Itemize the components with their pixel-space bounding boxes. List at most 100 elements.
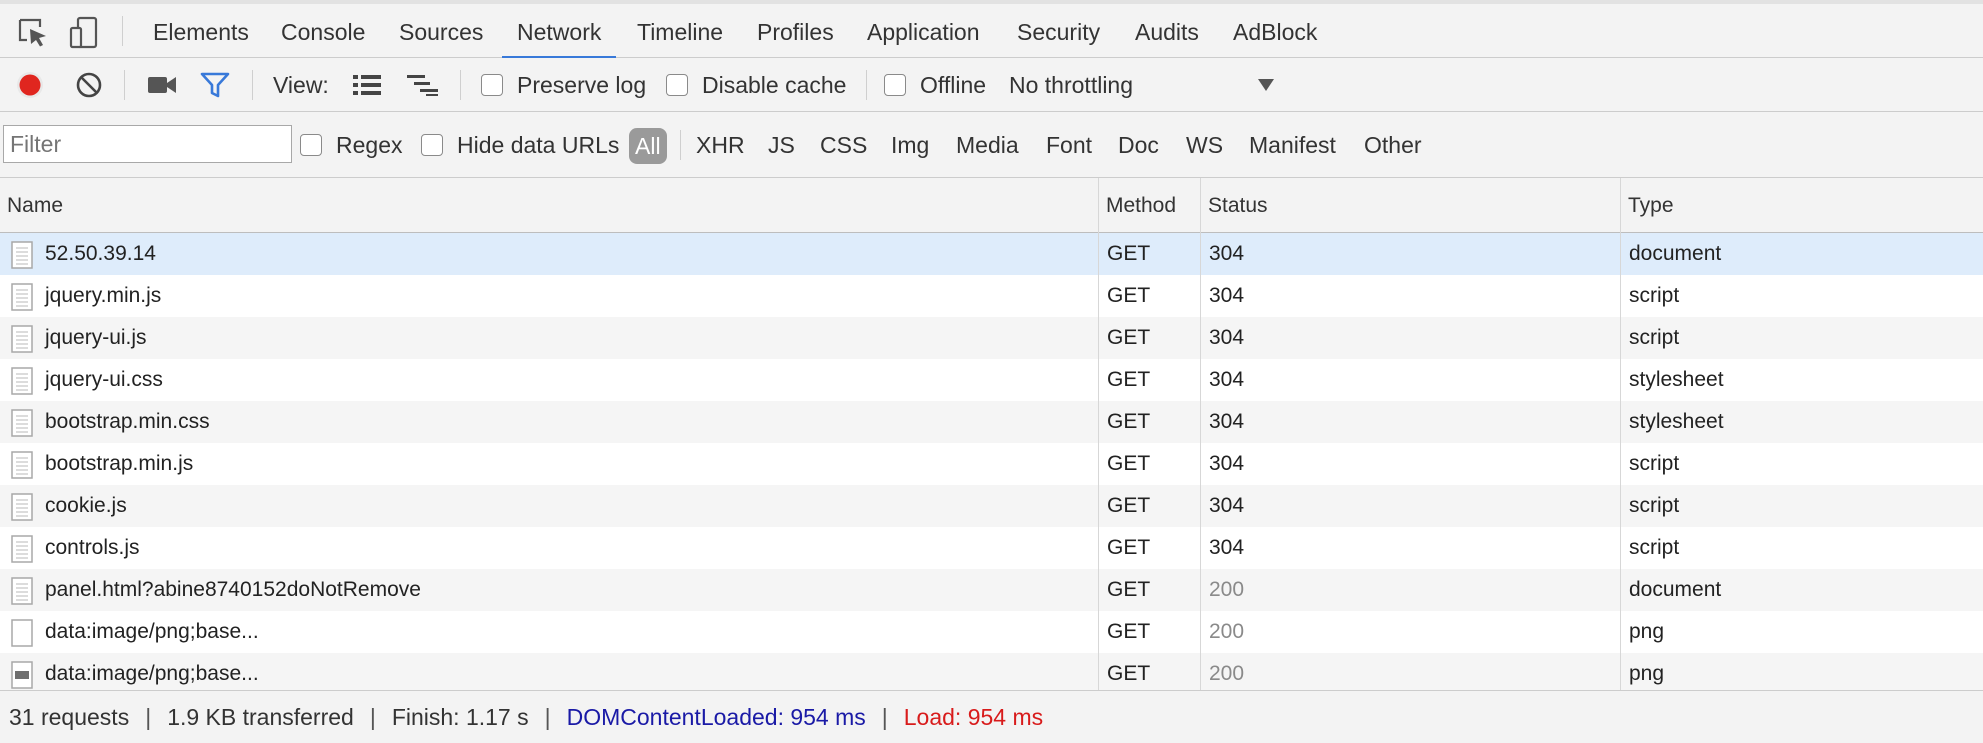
filter-type-doc[interactable]: Doc (1118, 112, 1159, 178)
tab-adblock[interactable]: AdBlock (1218, 4, 1332, 58)
request-name: 52.50.39.14 (45, 242, 156, 265)
offline-checkbox[interactable]: Offline (884, 58, 986, 112)
regex-box[interactable] (300, 134, 322, 156)
record-button[interactable] (14, 58, 46, 112)
request-name: bootstrap.min.css (45, 410, 210, 433)
table-row[interactable]: bootstrap.min.css GET 304 stylesheet (0, 401, 1983, 443)
request-type: stylesheet (1629, 410, 1724, 433)
document-file-icon (11, 577, 33, 605)
request-status: 200 (1209, 662, 1245, 685)
request-name: panel.html?abine8740152doNotRemove (45, 578, 421, 601)
column-header-method[interactable]: Method (1099, 178, 1176, 233)
offline-box[interactable] (884, 74, 906, 96)
request-type: png (1629, 620, 1665, 643)
tab-network[interactable]: Network (502, 4, 617, 58)
table-row[interactable]: data:image/png;base... GET 200 png (0, 653, 1983, 690)
overview-view-button[interactable] (406, 58, 440, 112)
filter-type-font[interactable]: Font (1046, 112, 1092, 178)
throttling-select[interactable]: No throttling (1009, 58, 1287, 112)
tab-audits[interactable]: Audits (1120, 4, 1214, 58)
column-divider[interactable] (1098, 178, 1099, 690)
large-rows-view-button[interactable] (352, 58, 382, 112)
document-file-icon (11, 283, 33, 311)
request-method: GET (1107, 536, 1151, 559)
column-header-type[interactable]: Type (1621, 178, 1674, 233)
load-time: Load: 954 ms (903, 703, 1044, 730)
chevron-down-icon (1258, 79, 1274, 91)
request-count: 31 requests (9, 703, 130, 730)
hide-data-urls-label: Hide data URLs (457, 131, 620, 158)
table-row[interactable]: cookie.js GET 304 script (0, 485, 1983, 527)
table-row[interactable]: 52.50.39.14 GET 304 document (0, 233, 1983, 275)
hide-data-urls-checkbox[interactable]: Hide data URLs (421, 112, 619, 178)
preserve-log-box[interactable] (481, 74, 503, 96)
summary-separator: | (544, 703, 551, 730)
request-method: GET (1107, 494, 1151, 517)
table-row[interactable]: jquery.min.js GET 304 script (0, 275, 1983, 317)
disable-cache-checkbox[interactable]: Disable cache (666, 58, 846, 112)
device-mode-icon[interactable] (68, 16, 102, 50)
table-row[interactable]: panel.html?abine8740152doNotRemove GET 200… (0, 569, 1983, 611)
filter-input[interactable] (3, 125, 292, 163)
dom-content-loaded-time: DOMContentLoaded: 954 ms (566, 703, 866, 730)
capture-screenshots-button[interactable] (147, 58, 177, 112)
filter-type-ws[interactable]: WS (1186, 112, 1223, 178)
table-row[interactable]: controls.js GET 304 script (0, 527, 1983, 569)
filter-type-img[interactable]: Img (891, 112, 929, 178)
requests-table-body: 52.50.39.14 GET 304 document jquery.min.js GE… (0, 233, 1983, 690)
table-row[interactable]: data:image/png;base... GET 200 png (0, 611, 1983, 653)
tab-console[interactable]: Console (266, 4, 380, 58)
inspect-element-icon[interactable] (16, 16, 50, 50)
request-type: document (1629, 578, 1722, 601)
request-method: GET (1107, 578, 1151, 601)
tab-separator (122, 16, 123, 46)
tab-application[interactable]: Application (852, 4, 995, 58)
request-type: script (1629, 452, 1680, 475)
network-summary-bar: 31 requests | 1.9 KB transferred | Finis… (0, 690, 1983, 743)
tab-sources[interactable]: Sources (384, 4, 498, 58)
request-method: GET (1107, 662, 1151, 685)
request-type: script (1629, 326, 1680, 349)
table-row[interactable]: jquery-ui.css GET 304 stylesheet (0, 359, 1983, 401)
filter-type-all[interactable]: All (629, 128, 667, 164)
devtools-tab-bar: Elements Console Sources Network Timelin… (0, 0, 1983, 58)
table-row[interactable]: bootstrap.min.js GET 304 script (0, 443, 1983, 485)
clear-button[interactable] (74, 58, 104, 112)
filter-type-media[interactable]: Media (956, 112, 1019, 178)
request-type: document (1629, 242, 1722, 265)
record-icon (17, 72, 43, 98)
column-header-name[interactable]: Name (0, 178, 63, 233)
regex-checkbox[interactable]: Regex (300, 112, 402, 178)
disable-cache-box[interactable] (666, 74, 688, 96)
filter-type-other[interactable]: Other (1364, 112, 1422, 178)
filter-type-manifest[interactable]: Manifest (1249, 112, 1336, 178)
tab-elements[interactable]: Elements (138, 4, 264, 58)
preserve-log-checkbox[interactable]: Preserve log (481, 58, 646, 112)
throttling-value: No throttling (1009, 71, 1134, 98)
table-row[interactable]: jquery-ui.js GET 304 script (0, 317, 1983, 359)
waterfall-icon (407, 75, 438, 96)
column-divider[interactable] (1620, 178, 1621, 690)
request-method: GET (1107, 620, 1151, 643)
document-file-icon (11, 451, 33, 479)
request-status: 304 (1209, 242, 1245, 265)
column-header-status[interactable]: Status (1201, 178, 1268, 233)
summary-separator: | (145, 703, 152, 730)
tab-timeline[interactable]: Timeline (622, 4, 738, 58)
request-type: png (1629, 662, 1665, 685)
tab-security[interactable]: Security (1002, 4, 1115, 58)
document-file-icon (11, 409, 33, 437)
network-toolbar: View: Preserve log Disable cache Offline… (0, 58, 1983, 112)
tab-profiles[interactable]: Profiles (742, 4, 849, 58)
filter-type-xhr[interactable]: XHR (696, 112, 745, 178)
hide-data-urls-box[interactable] (421, 134, 443, 156)
request-type: script (1629, 494, 1680, 517)
request-type: stylesheet (1629, 368, 1724, 391)
summary-separator: | (369, 703, 376, 730)
request-name: controls.js (45, 536, 140, 559)
filter-toggle-button[interactable] (200, 58, 230, 112)
column-divider[interactable] (1200, 178, 1201, 690)
funnel-icon (200, 72, 230, 98)
filter-type-js[interactable]: JS (768, 112, 795, 178)
filter-type-css[interactable]: CSS (820, 112, 867, 178)
